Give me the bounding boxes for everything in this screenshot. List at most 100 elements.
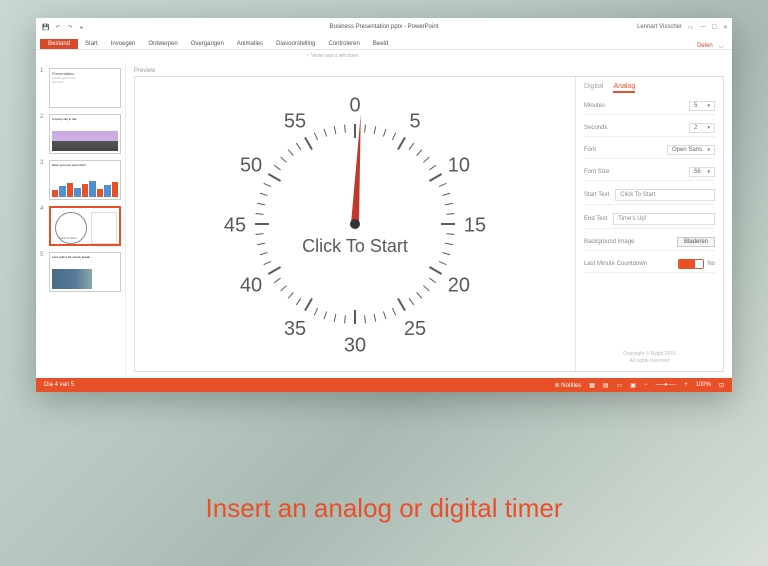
- ribbon-tab-design[interactable]: Ontwerpen: [142, 39, 183, 49]
- clock-center-dot: [350, 219, 360, 229]
- svg-text:10: 10: [448, 154, 470, 176]
- chevron-down-icon: ▾: [707, 125, 710, 131]
- last-minute-toggle[interactable]: [678, 259, 704, 269]
- svg-text:35: 35: [284, 318, 306, 340]
- seconds-label: Seconds: [584, 125, 607, 131]
- last-minute-label: Last Minute Countdown: [584, 261, 647, 267]
- thumbnail-row[interactable]: 5 Let's wait a 10-minute break...: [40, 252, 121, 292]
- row-font: Font Open Sans▾: [584, 142, 715, 159]
- tell-me-search[interactable]: ♀ Vertel wat u wilt doen: [36, 50, 732, 62]
- end-text-input[interactable]: Time's Up!: [613, 213, 715, 225]
- row-last-minute: Last Minute Countdown No: [584, 256, 715, 273]
- analog-clock[interactable]: 0510152025303540455055 Click To Start: [215, 84, 495, 364]
- minutes-select[interactable]: 5▾: [689, 101, 715, 111]
- close-icon[interactable]: ✕: [723, 24, 728, 31]
- ribbon-tab-view[interactable]: Beeld: [367, 39, 394, 49]
- quick-access-toolbar: 💾 ↶ ↷ ▸: [36, 23, 86, 31]
- ribbon-tab-review[interactable]: Controleren: [323, 39, 366, 49]
- ribbon-tabs: Bestand Start Invoegen Ontwerpen Overgan…: [36, 36, 732, 50]
- clock-center-text[interactable]: Click To Start: [302, 236, 408, 257]
- preview-label: Preview: [134, 68, 724, 74]
- start-text-label: Start Text: [584, 192, 609, 198]
- ribbon-tab-start[interactable]: Start: [79, 39, 104, 49]
- minimize-icon[interactable]: —: [700, 24, 706, 31]
- share-button[interactable]: Delen: [697, 43, 713, 49]
- slide-thumbnail-2[interactable]: A lovely day in the...: [49, 114, 121, 154]
- status-bar: Dia 4 van 5 ≣ Notities ▦ ▤ ▭ ▣ − ──●── +…: [36, 378, 732, 392]
- svg-text:45: 45: [224, 214, 246, 236]
- svg-text:25: 25: [404, 318, 426, 340]
- row-seconds: Seconds 2▾: [584, 120, 715, 137]
- zoom-slider[interactable]: ──●──: [655, 382, 676, 388]
- row-bg-image: Background Image Bladeren: [584, 234, 715, 251]
- end-text-label: End Text: [584, 216, 607, 222]
- zoom-level[interactable]: 100%: [696, 382, 711, 388]
- person-image: [52, 269, 92, 289]
- slide-preview[interactable]: 0510152025303540455055 Click To Start Di…: [134, 76, 724, 372]
- fontsize-select[interactable]: 56▾: [689, 167, 715, 177]
- fontsize-label: Font Size: [584, 169, 609, 175]
- thumbnail-row[interactable]: 2 A lovely day in the...: [40, 114, 121, 154]
- save-icon[interactable]: 💾: [42, 23, 50, 31]
- svg-text:30: 30: [344, 334, 366, 356]
- thumbnail-row[interactable]: 4 Click To Start: [40, 206, 121, 246]
- zoom-in-icon[interactable]: +: [684, 382, 688, 388]
- start-slideshow-icon[interactable]: ▸: [78, 23, 86, 31]
- view-reading-icon[interactable]: ▭: [617, 382, 623, 389]
- thumbnail-row[interactable]: 3 Have you ever seen this?: [40, 160, 121, 200]
- svg-text:15: 15: [464, 214, 486, 236]
- chevron-down-icon: ▾: [707, 103, 710, 109]
- chevron-down-icon: ▾: [707, 147, 710, 153]
- svg-text:5: 5: [409, 110, 420, 132]
- thumbnail-row[interactable]: 1 Presentation subtitle goes heretwo lin…: [40, 68, 121, 108]
- tab-digital[interactable]: Digital: [584, 83, 603, 93]
- ribbon-tab-insert[interactable]: Invoegen: [105, 39, 142, 49]
- ribbon-tab-slideshow[interactable]: Diavoorstelling: [270, 39, 321, 49]
- maximize-icon[interactable]: ☐: [712, 24, 717, 31]
- svg-text:20: 20: [448, 274, 470, 296]
- slide-thumbnail-5[interactable]: Let's wait a 10-minute break...: [49, 252, 121, 292]
- browse-button[interactable]: Bladeren: [677, 237, 715, 247]
- bar-chart-image: [52, 179, 118, 197]
- view-sorter-icon[interactable]: ▤: [603, 382, 609, 389]
- undo-icon[interactable]: ↶: [54, 23, 62, 31]
- slide-thumbnail-1[interactable]: Presentation subtitle goes heretwo lines: [49, 68, 121, 108]
- ribbon-tab-animations[interactable]: Animaties: [231, 39, 269, 49]
- panel-mini: [91, 212, 117, 244]
- row-minutes: Minutes 5▾: [584, 98, 715, 115]
- view-normal-icon[interactable]: ▦: [589, 382, 595, 389]
- timer-clock-zone[interactable]: 0510152025303540455055 Click To Start: [135, 77, 575, 371]
- slide-thumbnail-3[interactable]: Have you ever seen this?: [49, 160, 121, 200]
- slide-canvas-area: Preview 0510152025303540455055 Click To …: [126, 62, 732, 378]
- redo-icon[interactable]: ↷: [66, 23, 74, 31]
- slide-counter[interactable]: Dia 4 van 5: [44, 382, 74, 388]
- view-slideshow-icon[interactable]: ▣: [630, 382, 636, 389]
- svg-text:40: 40: [240, 274, 262, 296]
- toggle-value: No: [707, 261, 715, 267]
- svg-text:50: 50: [240, 154, 262, 176]
- notes-button[interactable]: ≣ Notities: [555, 382, 582, 389]
- file-tab[interactable]: Bestand: [40, 39, 78, 49]
- slide-thumbnail-4[interactable]: Click To Start: [49, 206, 121, 246]
- clock-face-svg: 0510152025303540455055: [215, 84, 495, 364]
- tab-analog[interactable]: Analog: [613, 83, 635, 93]
- title-bar: 💾 ↶ ↷ ▸ Business Presentation.pptx - Pow…: [36, 18, 732, 36]
- slide-thumbnails-pane[interactable]: 1 Presentation subtitle goes heretwo lin…: [36, 62, 126, 378]
- seconds-select[interactable]: 2▾: [689, 123, 715, 133]
- copyright-footer: Copyright © Bygitt 2016 All rights reser…: [584, 351, 715, 365]
- row-start-text: Start Text Click To Start: [584, 186, 715, 205]
- font-select[interactable]: Open Sans▾: [667, 145, 715, 155]
- lightbulb-icon: ♀: [306, 53, 310, 59]
- window-title: Business Presentation.pptx - PowerPoint: [330, 24, 439, 30]
- ribbon-tab-transitions[interactable]: Overgangen: [185, 39, 230, 49]
- comments-icon[interactable]: ◡: [719, 42, 724, 49]
- city-skyline-image: [52, 131, 118, 151]
- zoom-out-icon[interactable]: −: [644, 382, 648, 388]
- ribbon-options-icon[interactable]: ▭: [688, 24, 694, 31]
- ribbon-right: Delen ◡: [697, 42, 724, 49]
- start-text-input[interactable]: Click To Start: [615, 189, 715, 201]
- font-label: Font: [584, 147, 596, 153]
- account-name[interactable]: Lennart Visscher: [637, 24, 682, 30]
- fit-to-window-icon[interactable]: ⊡: [719, 382, 724, 389]
- window-controls: ▭ — ☐ ✕: [688, 24, 728, 31]
